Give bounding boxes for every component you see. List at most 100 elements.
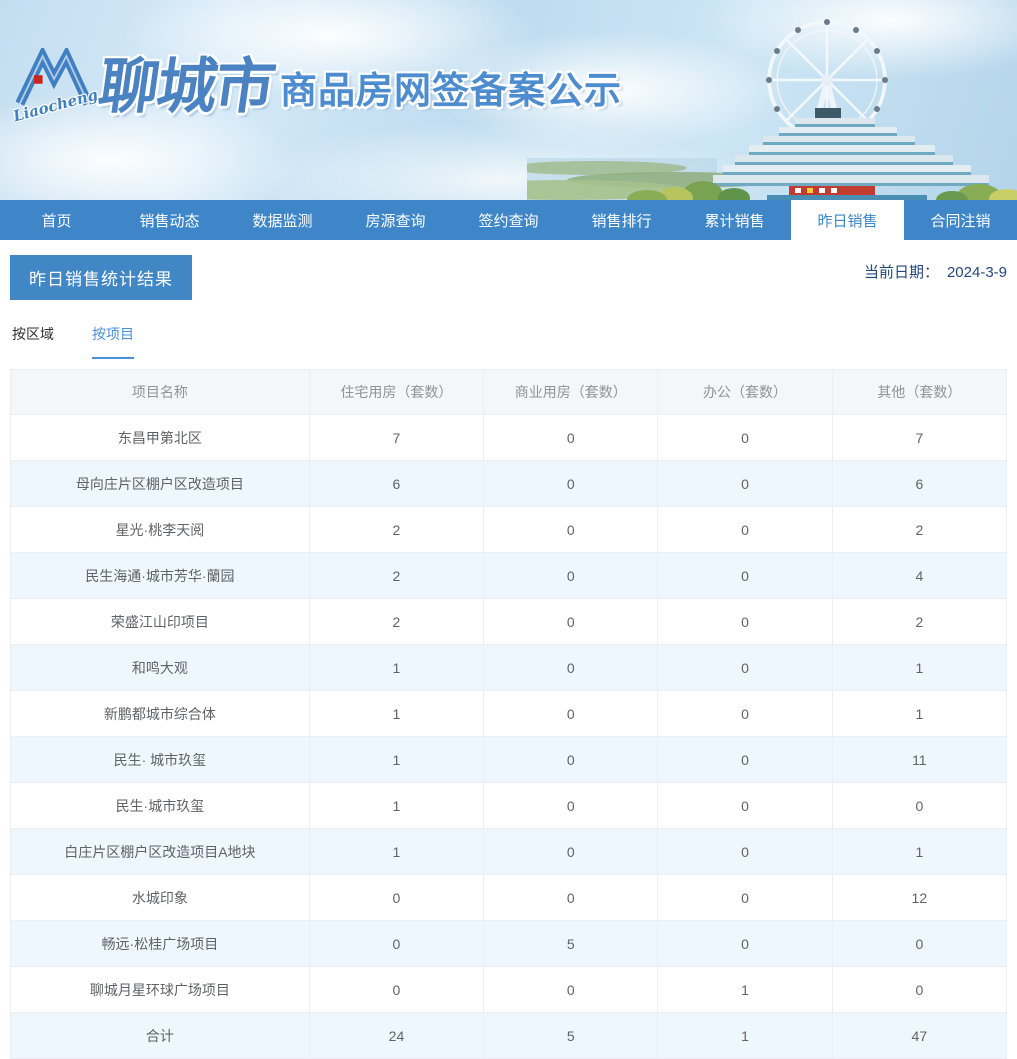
page: Liaocheng 聊城市 商品房网签备案公示 首页 销售动态 数据监测 房源查询 签约… [0, 0, 1017, 1059]
nav-item[interactable]: 数据监测 [226, 200, 339, 240]
table-cell: 2 [831, 506, 1008, 553]
table-cell: 2 [831, 598, 1008, 645]
table-cell: 0 [483, 690, 659, 737]
table-cell: 0 [831, 782, 1008, 829]
header-banner: Liaocheng 聊城市 商品房网签备案公示 [0, 0, 1017, 200]
column-header: 商业用房（套数） [483, 369, 659, 415]
table-cell: 白庄片区棚户区改造项目A地块 [10, 828, 310, 875]
table-row: 和鸣大观 1 0 0 1 [10, 644, 1008, 691]
table-row: 合计 24 5 1 47 [10, 1012, 1008, 1059]
table-cell: 2 [308, 598, 485, 645]
table-row: 东昌甲第北区 7 0 0 7 [10, 414, 1008, 461]
table-cell: 水城印象 [10, 874, 310, 921]
table-cell: 0 [483, 552, 659, 599]
table-cell: 0 [483, 782, 659, 829]
main-nav: 首页 销售动态 数据监测 房源查询 签约查询 销售排行 累计销售 昨日销售 合同注销 [0, 200, 1017, 240]
nav-item[interactable]: 房源查询 [339, 200, 452, 240]
site-subtitle: 商品房网签备案公示 [280, 70, 622, 111]
table-cell: 0 [831, 966, 1008, 1013]
table-cell: 母向庄片区棚户区改造项目 [10, 460, 310, 507]
table-row: 民生海通·城市芳华·蘭园 2 0 0 4 [10, 552, 1008, 599]
logo-red-square [34, 75, 43, 84]
title-row: 昨日销售统计结果 当前日期： 2024-3-9 [10, 255, 1007, 300]
table-cell: 1 [308, 736, 485, 783]
table-cell: 聊城月星环球广场项目 [10, 966, 310, 1013]
table-cell: 1 [657, 1012, 833, 1059]
current-date: 当前日期： 2024-3-9 [864, 261, 1007, 282]
table-cell: 1 [657, 966, 833, 1013]
page-title: 昨日销售统计结果 [10, 255, 192, 300]
site-name: 聊城市 [94, 53, 279, 120]
table-cell: 民生· 城市玖玺 [10, 736, 310, 783]
table-cell: 0 [657, 552, 833, 599]
table-cell: 1 [308, 690, 485, 737]
table-cell: 47 [831, 1012, 1008, 1059]
table-cell: 11 [831, 736, 1008, 783]
site-logo: Liaocheng [11, 44, 100, 130]
table-cell: 0 [483, 828, 659, 875]
table-cell: 5 [483, 1012, 659, 1059]
nav-item[interactable]: 昨日销售 [791, 200, 904, 240]
table-cell: 0 [657, 690, 833, 737]
table-cell: 0 [483, 644, 659, 691]
table-cell: 0 [657, 460, 833, 507]
table-cell: 0 [483, 414, 659, 461]
table-cell: 0 [657, 782, 833, 829]
table-cell: 新鹏都城市综合体 [10, 690, 310, 737]
table-cell: 星光·桃李天阅 [10, 506, 310, 553]
table-cell: 民生·城市玖玺 [10, 782, 310, 829]
table-cell: 0 [657, 414, 833, 461]
table-row: 白庄片区棚户区改造项目A地块 1 0 0 1 [10, 828, 1008, 875]
table-cell: 0 [308, 966, 485, 1013]
table-cell: 1 [831, 644, 1008, 691]
sub-tab[interactable]: 按项目 [92, 324, 134, 359]
table-cell: 0 [657, 920, 833, 967]
table-cell: 2 [308, 506, 485, 553]
table-cell: 0 [483, 966, 659, 1013]
table-cell: 6 [831, 460, 1008, 507]
table-row: 新鹏都城市综合体 1 0 0 1 [10, 690, 1008, 737]
site-brand: Liaocheng 聊城市 商品房网签备案公示 [11, 44, 622, 130]
nav-item[interactable]: 累计销售 [678, 200, 791, 240]
table-cell: 6 [308, 460, 485, 507]
table-row: 畅远·松桂广场项目 0 5 0 0 [10, 920, 1008, 967]
table-row: 水城印象 0 0 0 12 [10, 874, 1008, 921]
table-cell: 1 [831, 828, 1008, 875]
table-row: 星光·桃李天阅 2 0 0 2 [10, 506, 1008, 553]
table-cell: 0 [483, 506, 659, 553]
nav-item[interactable]: 签约查询 [452, 200, 565, 240]
table-row: 民生·城市玖玺 1 0 0 0 [10, 782, 1008, 829]
table-cell: 东昌甲第北区 [10, 414, 310, 461]
table-cell: 和鸣大观 [10, 644, 310, 691]
table-cell: 0 [831, 920, 1008, 967]
nav-item[interactable]: 首页 [0, 200, 113, 240]
nav-item[interactable]: 销售动态 [113, 200, 226, 240]
current-date-value: 2024-3-9 [946, 264, 1007, 281]
table-cell: 7 [831, 414, 1008, 461]
table-cell: 0 [308, 874, 485, 921]
table-cell: 1 [308, 644, 485, 691]
nav-item[interactable]: 销售排行 [565, 200, 678, 240]
sales-table: 项目名称 住宅用房（套数） 商业用房（套数） 办公（套数） 其他（套数） 东昌甲第北区 7… [10, 369, 1008, 1059]
table-cell: 0 [657, 506, 833, 553]
content: 昨日销售统计结果 当前日期： 2024-3-9 按区域 按项目 项目名称 住宅用房（套… [0, 255, 1017, 1059]
table-cell: 0 [657, 874, 833, 921]
table-cell: 民生海通·城市芳华·蘭园 [10, 552, 310, 599]
table-cell: 0 [657, 598, 833, 645]
table-row: 荣盛江山印项目 2 0 0 2 [10, 598, 1008, 645]
table-cell: 4 [831, 552, 1008, 599]
table-cell: 12 [831, 874, 1008, 921]
table-cell: 1 [308, 782, 485, 829]
table-cell: 畅远·松桂广场项目 [10, 920, 310, 967]
table-cell: 0 [483, 460, 659, 507]
table-cell: 合计 [10, 1012, 310, 1059]
table-cell: 荣盛江山印项目 [10, 598, 310, 645]
sub-tabs: 按区域 按项目 [10, 324, 1007, 359]
table-cell: 0 [657, 644, 833, 691]
table-cell: 0 [483, 874, 659, 921]
table-header-row: 项目名称 住宅用房（套数） 商业用房（套数） 办公（套数） 其他（套数） [10, 369, 1008, 415]
sub-tab[interactable]: 按区域 [12, 324, 54, 359]
nav-item[interactable]: 合同注销 [904, 200, 1017, 240]
table-cell: 2 [308, 552, 485, 599]
current-date-label: 当前日期： [863, 264, 939, 281]
